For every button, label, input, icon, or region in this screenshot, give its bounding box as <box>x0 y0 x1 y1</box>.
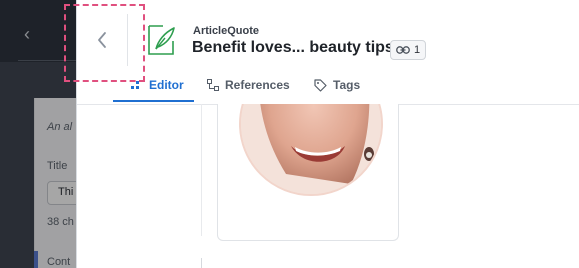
back-button[interactable] <box>77 14 127 66</box>
image-preview-card[interactable] <box>217 104 399 241</box>
portrait-image <box>239 104 383 196</box>
tag-icon <box>314 78 327 92</box>
link-icon <box>396 46 410 54</box>
image-frame <box>225 104 393 222</box>
content-type-label: ArticleQuote <box>193 25 260 37</box>
chevron-left-icon <box>98 32 106 48</box>
editor-icon <box>131 81 139 89</box>
entry-header: ArticleQuote Benefit loves... beauty tip… <box>77 14 579 66</box>
references-icon <box>207 79 219 91</box>
reference-count: 1 <box>414 44 421 56</box>
tab-references[interactable]: References <box>207 66 290 104</box>
tab-editor-label: Editor <box>149 78 184 92</box>
quote-feather-icon <box>148 25 175 55</box>
tab-editor[interactable]: Editor <box>131 66 184 104</box>
active-tab-indicator <box>113 100 194 102</box>
reference-count-badge[interactable]: 1 <box>390 40 427 60</box>
tab-references-label: References <box>225 78 290 92</box>
editor-left-rule <box>201 104 202 236</box>
tab-tags-label: Tags <box>333 78 361 92</box>
header-divider <box>127 14 128 66</box>
tab-tags[interactable]: Tags <box>314 66 360 104</box>
editor-bottom-rule <box>201 258 202 268</box>
background-scrim <box>0 0 80 268</box>
entry-editor-pane: ArticleQuote Benefit loves... beauty tip… <box>76 0 579 268</box>
entry-title: Benefit loves... beauty tips <box>192 39 394 56</box>
